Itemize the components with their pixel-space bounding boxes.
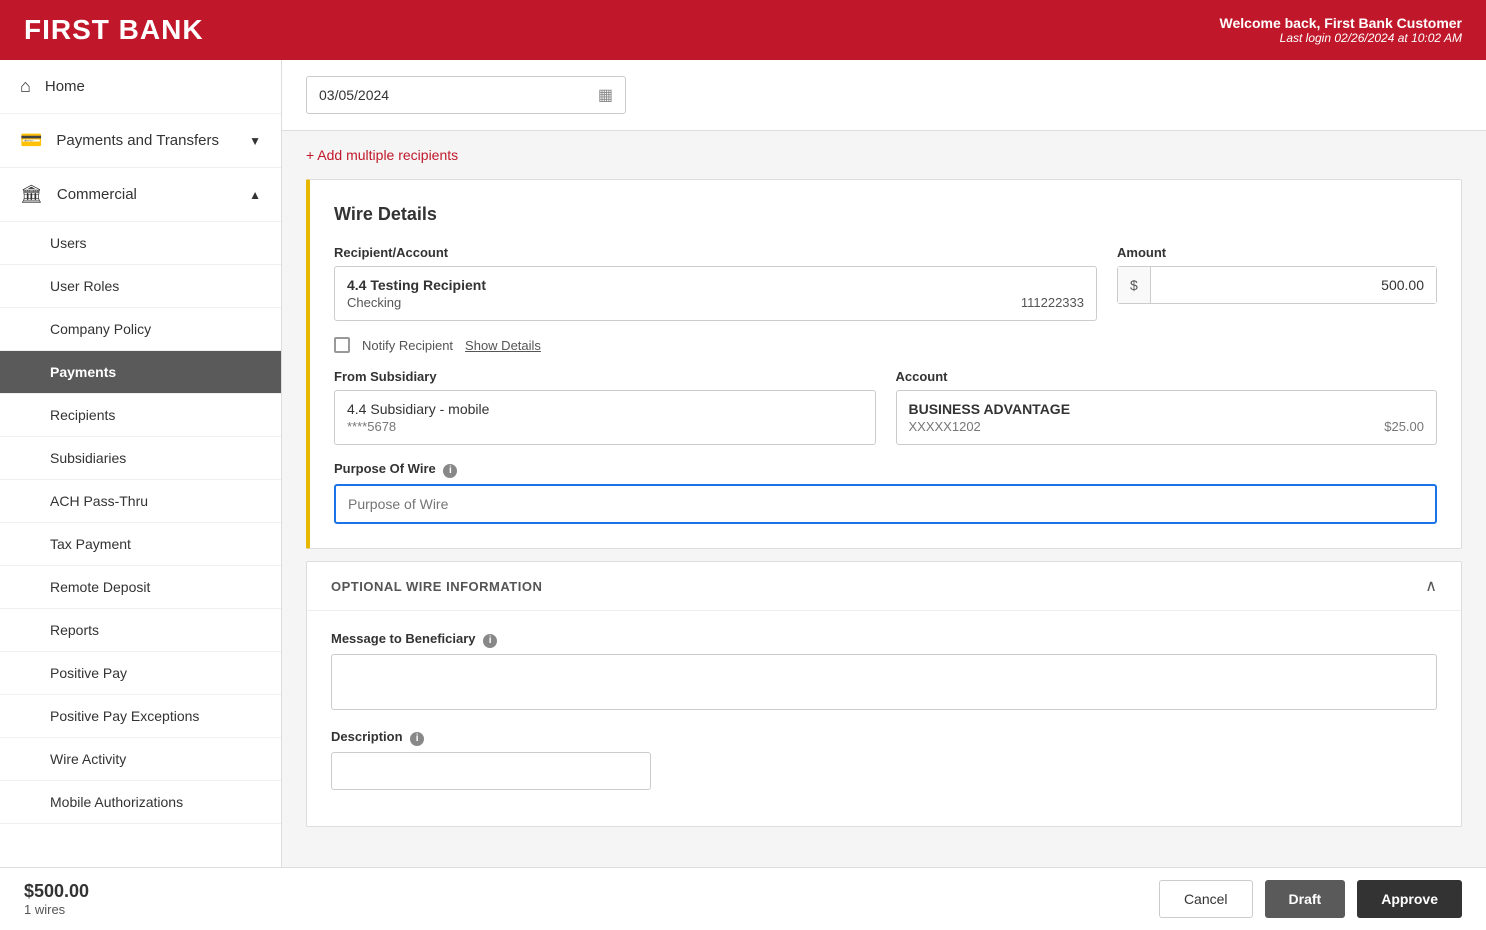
recipient-label: Recipient/Account xyxy=(334,245,1097,260)
footer-amount: $500.00 xyxy=(24,881,89,902)
notify-checkbox[interactable] xyxy=(334,337,350,353)
wire-details-title: Wire Details xyxy=(334,204,1437,225)
description-info-icon[interactable]: i xyxy=(410,732,424,746)
purpose-info-icon[interactable]: i xyxy=(443,464,457,478)
add-recipients-link[interactable]: + Add multiple recipients xyxy=(282,131,1486,179)
sidebar: ⌂ Home 💳 Payments and Transfers ▼ 🏛 Comm… xyxy=(0,60,282,867)
approve-button[interactable]: Approve xyxy=(1357,880,1462,918)
dollar-sign: $ xyxy=(1118,267,1151,303)
purpose-input[interactable] xyxy=(334,484,1437,524)
account-name: BUSINESS ADVANTAGE xyxy=(909,401,1425,417)
date-field[interactable]: 03/05/2024 ▦ xyxy=(306,76,626,114)
app-header: FIRST BANK Welcome back, First Bank Cust… xyxy=(0,0,1486,60)
sidebar-item-label: Commercial xyxy=(57,186,137,203)
description-group: Description i xyxy=(331,729,1437,790)
notify-label: Notify Recipient xyxy=(362,338,453,353)
purpose-label: Purpose Of Wire i xyxy=(334,461,1437,478)
sidebar-item-reports[interactable]: Reports xyxy=(0,609,281,652)
subsidiary-group: From Subsidiary 4.4 Subsidiary - mobile … xyxy=(334,369,876,445)
message-info-icon[interactable]: i xyxy=(483,634,497,648)
sidebar-item-users[interactable]: Users xyxy=(0,222,281,265)
description-input[interactable] xyxy=(331,752,651,790)
recipient-group: Recipient/Account 4.4 Testing Recipient … xyxy=(334,245,1097,321)
welcome-name: Welcome back, First Bank Customer xyxy=(1220,15,1462,31)
description-label: Description i xyxy=(331,729,1437,746)
app-logo: FIRST BANK xyxy=(24,14,204,46)
sidebar-item-subsidiaries[interactable]: Subsidiaries xyxy=(0,437,281,480)
account-details: XXXXX1202 $25.00 xyxy=(909,419,1425,434)
notify-row: Notify Recipient Show Details xyxy=(334,337,1437,353)
recipient-amount-row: Recipient/Account 4.4 Testing Recipient … xyxy=(334,245,1437,321)
recipient-field[interactable]: 4.4 Testing Recipient Checking 111222333 xyxy=(334,266,1097,321)
optional-header[interactable]: OPTIONAL WIRE INFORMATION ∧ xyxy=(307,562,1461,611)
sidebar-item-positive-pay-exceptions[interactable]: Positive Pay Exceptions xyxy=(0,695,281,738)
subsidiary-account-row: From Subsidiary 4.4 Subsidiary - mobile … xyxy=(334,369,1437,445)
recipient-type: Checking xyxy=(347,295,401,310)
account-balance: $25.00 xyxy=(1384,419,1424,434)
account-group: Account BUSINESS ADVANTAGE XXXXX1202 $25… xyxy=(896,369,1438,445)
account-number: XXXXX1202 xyxy=(909,419,981,434)
sidebar-item-label: Payments and Transfers xyxy=(56,132,219,149)
sidebar-item-ach-pass-thru[interactable]: ACH Pass-Thru xyxy=(0,480,281,523)
draft-button[interactable]: Draft xyxy=(1265,880,1346,918)
sidebar-item-payments[interactable]: Payments xyxy=(0,351,281,394)
home-icon: ⌂ xyxy=(20,76,31,97)
purpose-group: Purpose Of Wire i xyxy=(334,461,1437,524)
amount-input[interactable] xyxy=(1151,267,1436,303)
sidebar-item-home[interactable]: ⌂ Home xyxy=(0,60,281,114)
account-field[interactable]: BUSINESS ADVANTAGE XXXXX1202 $25.00 xyxy=(896,390,1438,445)
amount-group: Amount $ xyxy=(1117,245,1437,321)
footer-count: 1 wires xyxy=(24,902,89,917)
message-label: Message to Beneficiary i xyxy=(331,631,1437,648)
account-label: Account xyxy=(896,369,1438,384)
chevron-up-icon: ∧ xyxy=(1425,576,1437,596)
chevron-down-icon: ▼ xyxy=(249,134,261,148)
sidebar-item-mobile-authorizations[interactable]: Mobile Authorizations xyxy=(0,781,281,824)
sidebar-item-wire-activity[interactable]: Wire Activity xyxy=(0,738,281,781)
recipient-details: Checking 111222333 xyxy=(347,295,1084,310)
date-section: 03/05/2024 ▦ xyxy=(282,60,1486,131)
calendar-icon[interactable]: ▦ xyxy=(598,85,613,105)
main-content: 03/05/2024 ▦ + Add multiple recipients W… xyxy=(282,60,1486,867)
commercial-icon: 🏛 xyxy=(20,184,43,205)
date-value: 03/05/2024 xyxy=(319,87,389,103)
recipient-account: 111222333 xyxy=(1021,295,1084,310)
sidebar-item-user-roles[interactable]: User Roles xyxy=(0,265,281,308)
recipient-name: 4.4 Testing Recipient xyxy=(347,277,1084,293)
sidebar-item-commercial[interactable]: 🏛 Commercial ▲ xyxy=(0,168,281,222)
sidebar-item-tax-payment[interactable]: Tax Payment xyxy=(0,523,281,566)
footer-total: $500.00 1 wires xyxy=(24,881,89,917)
wire-details-card: Wire Details Recipient/Account 4.4 Testi… xyxy=(306,179,1462,549)
optional-section: OPTIONAL WIRE INFORMATION ∧ Message to B… xyxy=(306,561,1462,827)
sidebar-item-payments-transfers[interactable]: 💳 Payments and Transfers ▼ xyxy=(0,114,281,168)
optional-body: Message to Beneficiary i Description i xyxy=(307,611,1461,826)
message-textarea[interactable] xyxy=(331,654,1437,710)
cancel-button[interactable]: Cancel xyxy=(1159,880,1253,918)
page-footer: $500.00 1 wires Cancel Draft Approve xyxy=(0,867,1486,930)
sidebar-item-recipients[interactable]: Recipients xyxy=(0,394,281,437)
amount-label: Amount xyxy=(1117,245,1437,260)
header-welcome: Welcome back, First Bank Customer Last l… xyxy=(1220,15,1462,45)
payments-icon: 💳 xyxy=(20,130,42,151)
subsidiary-field[interactable]: 4.4 Subsidiary - mobile ****5678 xyxy=(334,390,876,445)
sidebar-item-remote-deposit[interactable]: Remote Deposit xyxy=(0,566,281,609)
last-login: Last login 02/26/2024 at 10:02 AM xyxy=(1220,31,1462,45)
footer-actions: Cancel Draft Approve xyxy=(1159,880,1462,918)
show-details-link[interactable]: Show Details xyxy=(465,338,541,353)
subsidiary-name: 4.4 Subsidiary - mobile xyxy=(347,401,863,417)
sidebar-item-positive-pay[interactable]: Positive Pay xyxy=(0,652,281,695)
subsidiary-label: From Subsidiary xyxy=(334,369,876,384)
amount-field: $ xyxy=(1117,266,1437,304)
sidebar-item-company-policy[interactable]: Company Policy xyxy=(0,308,281,351)
subsidiary-account: ****5678 xyxy=(347,419,863,434)
chevron-up-icon: ▲ xyxy=(249,188,261,202)
sidebar-item-label: Home xyxy=(45,78,85,95)
optional-header-label: OPTIONAL WIRE INFORMATION xyxy=(331,579,542,594)
message-group: Message to Beneficiary i xyxy=(331,631,1437,713)
